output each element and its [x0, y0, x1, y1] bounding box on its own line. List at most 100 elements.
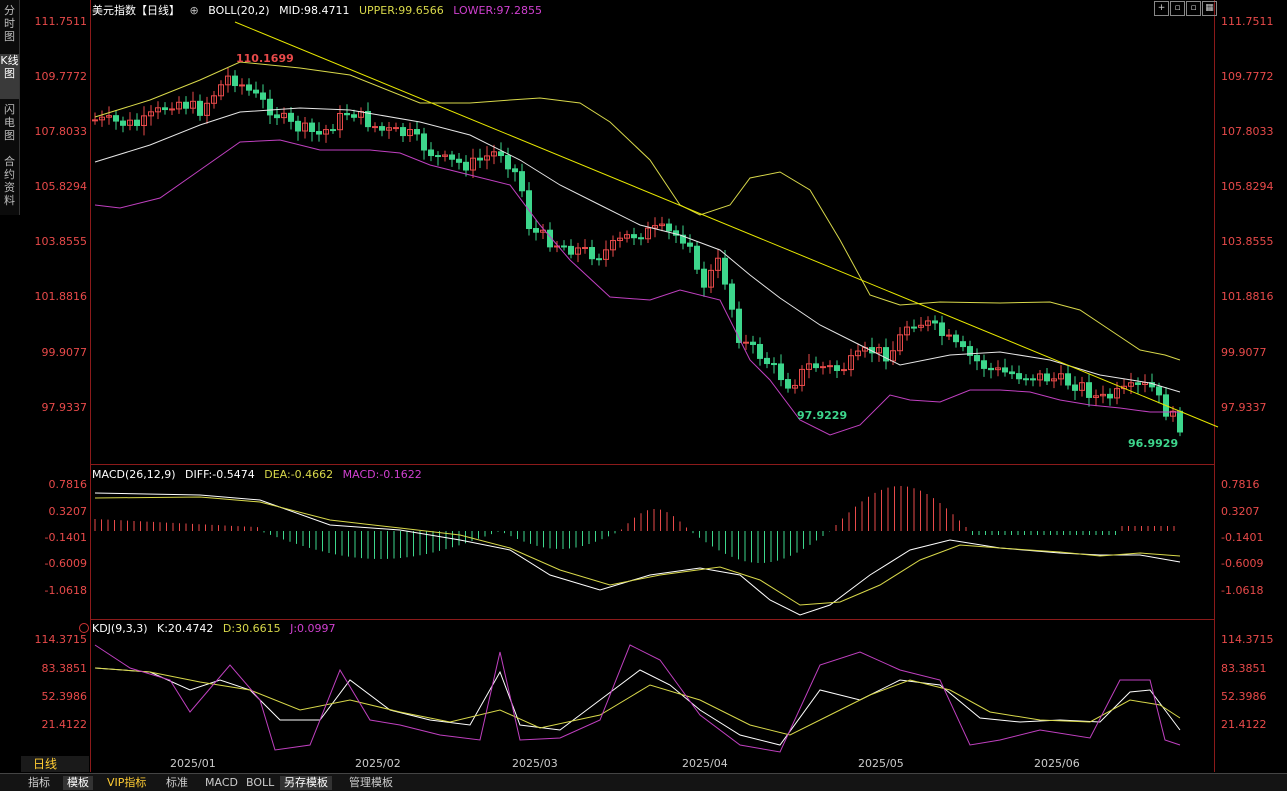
- trend-line: [234, 21, 1219, 428]
- candle-body: [1023, 378, 1029, 381]
- candle-body: [414, 129, 420, 135]
- candle-body: [953, 334, 959, 343]
- boll-lower-line: [94, 139, 1180, 436]
- x-date: 2025/01: [170, 757, 216, 770]
- save-template-button[interactable]: 另存模板: [280, 776, 332, 790]
- candle-body: [260, 92, 266, 100]
- candle-body: [988, 367, 994, 371]
- low-annotation-1: 97.9229: [797, 409, 848, 422]
- candle-body: [834, 365, 840, 371]
- candle-body: [596, 258, 602, 261]
- candle-body: [379, 126, 385, 131]
- candle-body: [400, 127, 406, 137]
- candle-body: [120, 120, 126, 126]
- manage-template-button[interactable]: 管理模板: [345, 776, 397, 790]
- period-label[interactable]: 日线: [21, 756, 89, 772]
- candle-body: [778, 363, 784, 381]
- candle-body: [519, 171, 525, 192]
- candle-body: [309, 122, 315, 133]
- candle-body: [820, 366, 826, 369]
- template-button[interactable]: 模板: [63, 776, 93, 790]
- candle-body: [911, 326, 917, 329]
- kdj-j-line: [94, 644, 1181, 753]
- candle-body: [1086, 382, 1092, 398]
- candle-body: [330, 129, 336, 132]
- candle-body: [729, 283, 735, 310]
- candle-body: [568, 245, 574, 255]
- candle-body: [638, 237, 644, 240]
- candle-body: [666, 223, 672, 232]
- candle-body: [1072, 384, 1078, 391]
- candle-body: [1030, 378, 1036, 381]
- candle-body: [169, 108, 175, 111]
- macd-dea-line: [94, 496, 1181, 606]
- candle-body: [841, 369, 847, 372]
- candle-body: [288, 112, 294, 122]
- candle-body: [274, 114, 280, 119]
- candle-body: [1107, 393, 1113, 399]
- candle-body: [785, 379, 791, 389]
- candle-body: [974, 354, 980, 362]
- candle-body: [435, 155, 441, 158]
- boll-mid-line: [94, 107, 1181, 393]
- candle-body: [449, 154, 455, 160]
- candle-body: [694, 245, 700, 270]
- candle-body: [743, 341, 749, 344]
- kdj-d-line: [94, 667, 1181, 736]
- candle-body: [316, 131, 322, 135]
- candle-body: [722, 257, 728, 285]
- candle-body: [750, 341, 756, 345]
- candle-body: [939, 322, 945, 336]
- candle-body: [253, 89, 259, 94]
- candle-body: [512, 168, 518, 173]
- candle-body: [631, 234, 637, 239]
- boll-button[interactable]: BOLL: [242, 776, 278, 790]
- vip-indicator-button[interactable]: VIP指标: [103, 776, 150, 790]
- boll-upper-line: [94, 61, 1181, 361]
- standard-button[interactable]: 标准: [162, 776, 192, 790]
- candle-body: [687, 242, 693, 247]
- candle-body: [456, 158, 462, 163]
- indicator-button[interactable]: 指标: [24, 776, 54, 790]
- candle-body: [92, 119, 98, 122]
- candle-body: [1177, 410, 1183, 433]
- candle-body: [113, 115, 119, 122]
- candle-body: [267, 98, 273, 116]
- candle-body: [701, 268, 707, 288]
- candle-body: [561, 245, 567, 248]
- candle-body: [1065, 373, 1071, 386]
- high-annotation: 110.1699: [236, 52, 294, 65]
- candle-body: [463, 161, 469, 171]
- bottom-toolbar: 指标 模板 VIP指标 标准 MACD BOLL 另存模板 管理模板: [0, 773, 1287, 791]
- x-date: 2025/05: [858, 757, 904, 770]
- candle-body: [393, 127, 399, 130]
- candle-body: [764, 357, 770, 365]
- candle-body: [372, 126, 378, 129]
- candle-body: [505, 155, 511, 170]
- candle-body: [246, 84, 252, 91]
- candle-body: [1016, 373, 1022, 380]
- chart-canvas: [92, 21, 1219, 753]
- candle-body: [533, 228, 539, 233]
- candle-body: [932, 320, 938, 324]
- candle-body: [757, 343, 763, 359]
- candle-body: [498, 151, 504, 157]
- x-date: 2025/02: [355, 757, 401, 770]
- candle-body: [197, 100, 203, 116]
- low-annotation-2: 96.9929: [1128, 437, 1179, 450]
- candle-body: [477, 157, 483, 161]
- candle-body: [1009, 371, 1015, 375]
- macd-button[interactable]: MACD: [201, 776, 242, 790]
- x-date: 2025/06: [1034, 757, 1080, 770]
- candle-body: [813, 363, 819, 369]
- macd-diff-line: [94, 492, 1181, 616]
- candle-body: [960, 341, 966, 348]
- candle-body: [421, 133, 427, 151]
- candle-body: [162, 107, 168, 111]
- x-date: 2025/04: [682, 757, 728, 770]
- candle-body: [134, 119, 140, 127]
- candle-body: [582, 247, 588, 250]
- kdj-k-line: [94, 667, 1181, 746]
- candle-body: [1002, 367, 1008, 373]
- candle-body: [1156, 386, 1162, 396]
